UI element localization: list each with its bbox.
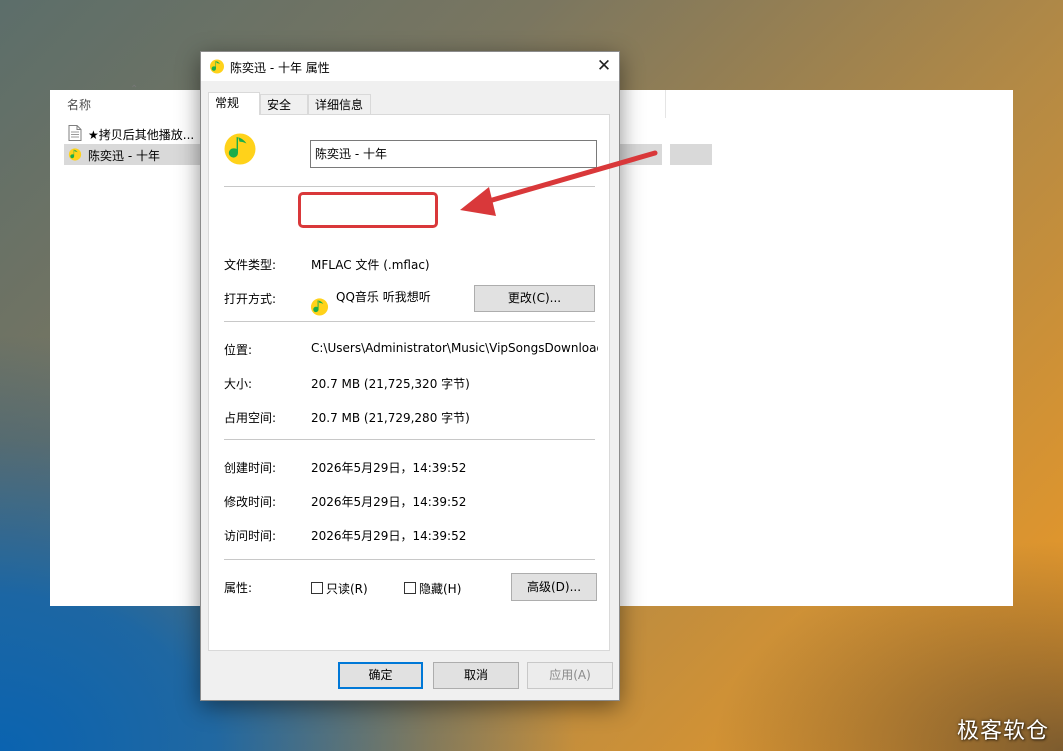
modified-value: 2026年5月29日，14:39:52	[311, 495, 467, 509]
modified-label: 修改时间:	[224, 495, 277, 509]
file-type-value: MFLAC 文件 (.mflac)	[311, 258, 430, 272]
divider	[224, 321, 595, 322]
readonly-checkbox[interactable]	[311, 582, 323, 594]
document-icon	[68, 125, 82, 141]
column-header-name[interactable]: 名称	[67, 96, 91, 113]
qq-music-icon	[68, 148, 82, 161]
accessed-value: 2026年5月29日，14:39:52	[311, 529, 467, 543]
dialog-titlebar[interactable]: 陈奕迅 - 十年 属性 ✕	[201, 52, 619, 81]
sort-chevron-icon[interactable]: ⌃	[130, 84, 138, 95]
watermark-text: 极客软仓	[957, 719, 1050, 744]
accessed-label: 访问时间:	[224, 529, 277, 543]
properties-dialog: 陈奕迅 - 十年 属性 ✕ 常规 安全 详细信息 陈奕迅 - 十年 文件类型: …	[200, 51, 620, 701]
divider	[224, 186, 595, 187]
column-divider[interactable]	[665, 90, 666, 118]
change-button[interactable]: 更改(C)...	[474, 285, 595, 312]
close-icon: ✕	[596, 56, 612, 76]
size-on-disk-label: 占用空间:	[224, 411, 277, 425]
tab-security[interactable]: 安全	[260, 94, 308, 114]
dialog-title: 陈奕迅 - 十年 属性	[230, 61, 330, 75]
tab-details[interactable]: 详细信息	[308, 94, 371, 114]
size-value: 20.7 MB (21,725,320 字节)	[311, 377, 470, 391]
hidden-label[interactable]: 隐藏(H)	[419, 580, 461, 597]
close-button[interactable]: ✕	[589, 52, 619, 81]
apply-button[interactable]: 应用(A)	[527, 662, 613, 689]
selection-highlight	[670, 144, 712, 165]
location-value[interactable]: C:\Users\Administrator\Music\VipSongsDow…	[311, 341, 598, 355]
hidden-checkbox[interactable]	[404, 582, 416, 594]
file-name: 陈奕迅 - 十年	[88, 149, 160, 163]
divider	[224, 439, 595, 440]
created-label: 创建时间:	[224, 461, 277, 475]
open-with-app: QQ音乐 听我想听	[336, 290, 431, 304]
file-type-label: 文件类型:	[224, 258, 277, 272]
qq-music-icon	[210, 59, 224, 74]
highlight-box	[298, 192, 438, 228]
advanced-button[interactable]: 高级(D)...	[511, 573, 597, 601]
qq-music-icon	[310, 298, 329, 316]
attributes-label: 属性:	[224, 581, 253, 595]
cancel-button[interactable]: 取消	[433, 662, 519, 689]
divider	[224, 559, 595, 560]
readonly-label[interactable]: 只读(R)	[326, 580, 368, 597]
tab-general[interactable]: 常规	[208, 92, 260, 115]
qq-music-icon	[224, 133, 256, 165]
ok-button[interactable]: 确定	[338, 662, 423, 689]
location-label: 位置:	[224, 343, 253, 357]
file-name: ★拷贝后其他播放...	[88, 128, 195, 142]
file-name-field[interactable]: 陈奕迅 - 十年	[310, 140, 597, 168]
size-on-disk-value: 20.7 MB (21,729,280 字节)	[311, 411, 470, 425]
open-with-label: 打开方式:	[224, 292, 277, 306]
size-label: 大小:	[224, 377, 253, 391]
created-value: 2026年5月29日，14:39:52	[311, 461, 467, 475]
